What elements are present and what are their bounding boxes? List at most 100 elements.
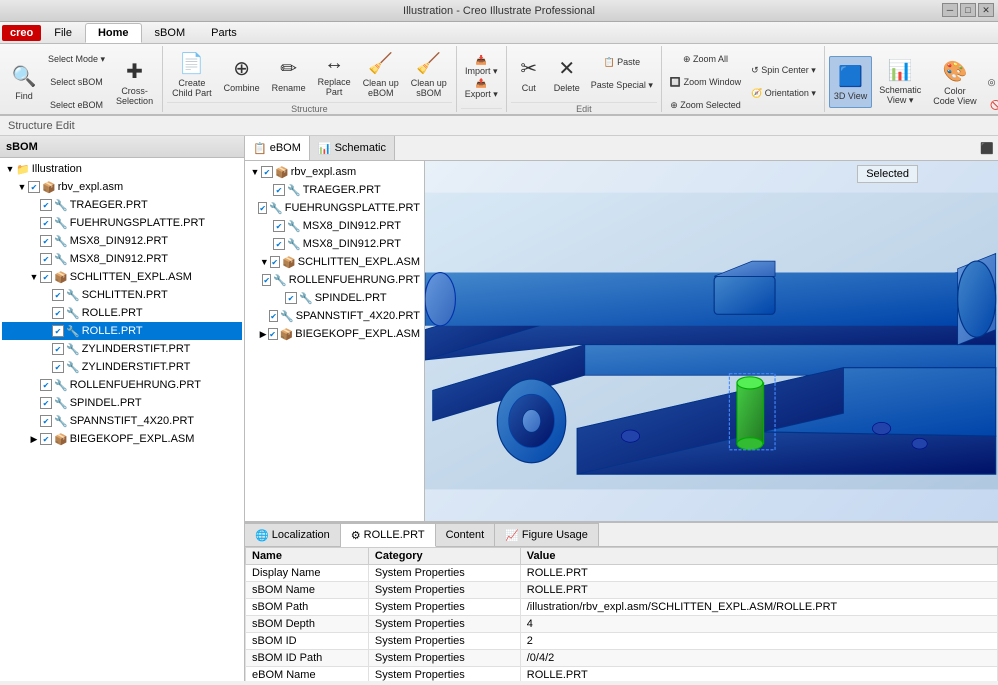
orientation-button[interactable]: 🧭 Orientation ▾ — [747, 83, 820, 105]
tab-localization[interactable]: 🌐 Localization — [245, 523, 341, 546]
minimize-btn[interactable]: ─ — [942, 3, 958, 17]
menu-tab-parts[interactable]: Parts — [198, 23, 250, 43]
cleanup-ebom-button[interactable]: 🧹 Clean upeBOM — [358, 48, 404, 100]
tree-item-schlitten[interactable]: ▼ ✔ 📦 SCHLITTEN_EXPL.ASM — [2, 268, 242, 286]
cb-fuehrung[interactable]: ✔ — [40, 217, 52, 229]
cb-ebom-fuehrung[interactable]: ✔ — [258, 202, 267, 214]
ebom-item-schlitten[interactable]: ▼ ✔ 📦 SCHLITTEN_EXPL.ASM — [247, 253, 422, 271]
cb-ebom-rollenf[interactable]: ✔ — [262, 274, 271, 286]
rename-button[interactable]: ✏ Rename — [267, 48, 311, 100]
expand-schlitten[interactable]: ▼ — [28, 271, 40, 283]
tab-ebom[interactable]: 📋 eBOM — [245, 136, 310, 160]
3d-viewport[interactable]: Selected — [425, 161, 998, 521]
tree-item-traeger[interactable]: ✔ 🔧 TRAEGER.PRT — [2, 196, 242, 214]
ebom-item-msx8-2[interactable]: ✔ 🔧 MSX8_DIN912.PRT — [247, 235, 422, 253]
tree-item-biegekopf[interactable]: ▶ ✔ 📦 BIEGEKOPF_EXPL.ASM — [2, 430, 242, 448]
import-button[interactable]: 📥 Import ▾ — [461, 55, 502, 77]
select-sbom-button[interactable]: Select sBOM — [44, 71, 109, 93]
expand-panel-icon[interactable]: ⬛ — [980, 142, 994, 155]
hide-selected-button[interactable]: 🚫 Hide Selected — [984, 94, 998, 116]
cb-spindel[interactable]: ✔ — [40, 397, 52, 409]
tree-item-rbv[interactable]: ▼ ✔ 📦 rbv_expl.asm — [2, 178, 242, 196]
menu-tab-file[interactable]: File — [41, 23, 85, 43]
tree-item-spannstift[interactable]: ✔ 🔧 SPANNSTIFT_4X20.PRT — [2, 412, 242, 430]
create-child-button[interactable]: 📄 CreateChild Part — [167, 48, 217, 100]
unhide-all-button[interactable]: 👁 Unhide All — [984, 48, 998, 70]
export-button[interactable]: 📤 Export ▾ — [461, 78, 502, 100]
select-ebom-button[interactable]: Select eBOM — [44, 94, 109, 116]
tree-item-msx8-2[interactable]: ✔ 🔧 MSX8_DIN912.PRT — [2, 250, 242, 268]
close-btn[interactable]: ✕ — [978, 3, 994, 17]
creo-logo[interactable]: creo — [2, 25, 41, 41]
menu-tab-sbom[interactable]: sBOM — [142, 23, 199, 43]
3d-view-button[interactable]: 🟦 3D View — [829, 56, 872, 108]
tree-item-rollenf[interactable]: ✔ 🔧 ROLLENFUEHRUNG.PRT — [2, 376, 242, 394]
cb-traeger[interactable]: ✔ — [40, 199, 52, 211]
maximize-btn[interactable]: □ — [960, 3, 976, 17]
cb-rolle1[interactable]: ✔ — [52, 307, 64, 319]
expand-ebom-schlitten[interactable]: ▼ — [259, 256, 269, 268]
cb-biegekopf[interactable]: ✔ — [40, 433, 52, 445]
replace-button[interactable]: ↔ ReplacePart — [313, 48, 356, 100]
cb-schlitten-prt[interactable]: ✔ — [52, 289, 64, 301]
cut-button[interactable]: ✂ Cut — [511, 48, 547, 100]
expand-ebom-biegekopf[interactable]: ▶ — [258, 328, 267, 340]
cb-ebom-traeger[interactable]: ✔ — [273, 184, 285, 196]
ebom-tree[interactable]: ▼ ✔ 📦 rbv_expl.asm ✔ 🔧 TRAEGER.PRT — [245, 161, 424, 521]
tab-figure-usage[interactable]: 📈 Figure Usage — [495, 523, 599, 546]
title-controls[interactable]: ─ □ ✕ — [942, 3, 994, 17]
cb-ebom-schlitten[interactable]: ✔ — [270, 256, 281, 268]
tab-schematic[interactable]: 📊 Schematic — [310, 136, 395, 160]
ebom-item-spannstift[interactable]: ✔ 🔧 SPANNSTIFT_4X20.PRT — [247, 307, 422, 325]
color-code-button[interactable]: 🎨 ColorCode View — [928, 56, 981, 108]
cb-ebom-msx8-1[interactable]: ✔ — [273, 220, 285, 232]
delete-button[interactable]: ✕ Delete — [549, 48, 585, 100]
expand-illustration[interactable]: ▼ — [4, 163, 16, 175]
expand-rbv[interactable]: ▼ — [16, 181, 28, 193]
ebom-item-fuehrung[interactable]: ✔ 🔧 FUEHRUNGSPLATTE.PRT — [247, 199, 422, 217]
tab-rolle[interactable]: ⚙ ROLLE.PRT — [341, 523, 436, 547]
zoom-selected-button[interactable]: ⊕ Zoom Selected — [666, 94, 745, 116]
ebom-item-msx8-1[interactable]: ✔ 🔧 MSX8_DIN912.PRT — [247, 217, 422, 235]
zoom-all-button[interactable]: ⊕ Zoom All — [666, 48, 745, 70]
ebom-item-traeger[interactable]: ✔ 🔧 TRAEGER.PRT — [247, 181, 422, 199]
cb-rollenf[interactable]: ✔ — [40, 379, 52, 391]
tree-item-schlitten-prt[interactable]: ✔ 🔧 SCHLITTEN.PRT — [2, 286, 242, 304]
cleanup-sbom-button[interactable]: 🧹 Clean upsBOM — [406, 48, 452, 100]
zoom-window-button[interactable]: 🔲 Zoom Window — [666, 71, 745, 93]
isolate-selected-button[interactable]: ◎ Isolate Selected — [984, 71, 998, 93]
spin-center-button[interactable]: ↺ Spin Center ▾ — [747, 60, 820, 82]
cb-rolle-sel[interactable]: ✔ — [52, 325, 64, 337]
tree-item-fuehrung[interactable]: ✔ 🔧 FUEHRUNGSPLATTE.PRT — [2, 214, 242, 232]
cb-spannstift[interactable]: ✔ — [40, 415, 52, 427]
sbom-tree[interactable]: ▼ 📁 Illustration ▼ ✔ 📦 rbv_expl.asm ✔ — [0, 158, 244, 681]
tree-item-illustration[interactable]: ▼ 📁 Illustration — [2, 160, 242, 178]
paste-special-button[interactable]: Paste Special ▾ — [587, 75, 657, 97]
ebom-item-rollenf[interactable]: ✔ 🔧 ROLLENFUEHRUNG.PRT — [247, 271, 422, 289]
cb-ebom-root[interactable]: ✔ — [261, 166, 273, 178]
tab-content[interactable]: Content — [436, 523, 496, 546]
tree-item-rolle-selected[interactable]: ✔ 🔧 ROLLE.PRT — [2, 322, 242, 340]
cb-zylin2[interactable]: ✔ — [52, 361, 64, 373]
tree-item-zylin2[interactable]: ✔ 🔧 ZYLINDERSTIFT.PRT — [2, 358, 242, 376]
find-button[interactable]: 🔍 Find — [6, 56, 42, 108]
cross-selection-button[interactable]: ✚ Cross-Selection — [111, 56, 158, 108]
cb-ebom-msx8-2[interactable]: ✔ — [273, 238, 285, 250]
cb-schlitten[interactable]: ✔ — [40, 271, 52, 283]
cb-rbv[interactable]: ✔ — [28, 181, 40, 193]
select-mode-button[interactable]: Select Mode ▾ — [44, 48, 109, 70]
cb-ebom-biegekopf[interactable]: ✔ — [268, 328, 278, 340]
combine-button[interactable]: ⊕ Combine — [219, 48, 265, 100]
paste-button[interactable]: 📋 Paste — [587, 52, 657, 74]
ebom-item-spindel[interactable]: ✔ 🔧 SPINDEL.PRT — [247, 289, 422, 307]
cb-ebom-spannstift[interactable]: ✔ — [269, 310, 278, 322]
expand-ebom-root[interactable]: ▼ — [249, 166, 261, 178]
tree-item-msx8-1[interactable]: ✔ 🔧 MSX8_DIN912.PRT — [2, 232, 242, 250]
cb-msx8-1[interactable]: ✔ — [40, 235, 52, 247]
tree-item-rolle1[interactable]: ✔ 🔧 ROLLE.PRT — [2, 304, 242, 322]
tree-item-zylin1[interactable]: ✔ 🔧 ZYLINDERSTIFT.PRT — [2, 340, 242, 358]
tree-item-spindel[interactable]: ✔ 🔧 SPINDEL.PRT — [2, 394, 242, 412]
ebom-item-root[interactable]: ▼ ✔ 📦 rbv_expl.asm — [247, 163, 422, 181]
cb-ebom-spindel[interactable]: ✔ — [285, 292, 297, 304]
ebom-item-biegekopf[interactable]: ▶ ✔ 📦 BIEGEKOPF_EXPL.ASM — [247, 325, 422, 343]
